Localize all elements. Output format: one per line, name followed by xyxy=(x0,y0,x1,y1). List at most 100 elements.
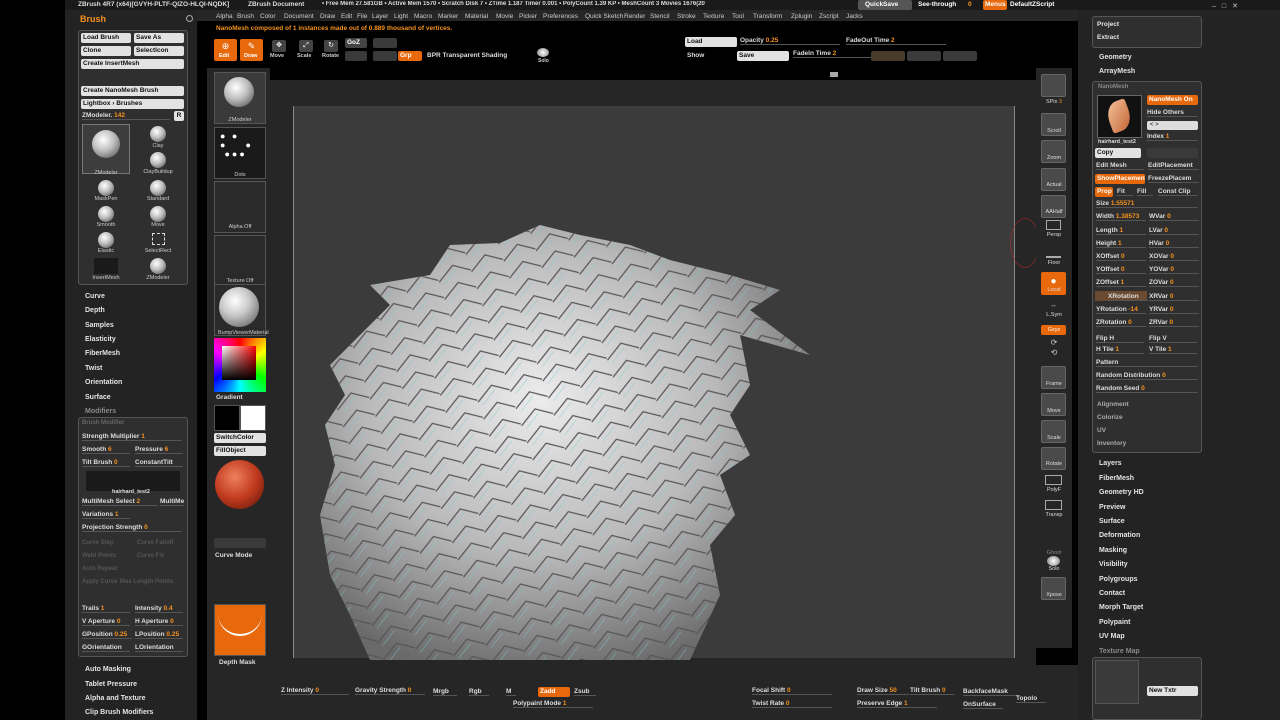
menu-stencil[interactable]: Stencil xyxy=(650,13,670,20)
load-button[interactable]: Load xyxy=(685,37,737,47)
subpalette-geometry[interactable]: Geometry xyxy=(1099,54,1132,61)
subpalette-alpha-and-texture[interactable]: Alpha and Texture xyxy=(85,695,146,702)
paste-button[interactable] xyxy=(1147,148,1198,158)
onsurface-toggle[interactable]: OnSurface xyxy=(963,700,1003,709)
lorientation-slider[interactable]: LOrientation xyxy=(135,643,183,652)
selecticon-button[interactable]: SelectIcon xyxy=(134,46,184,56)
topology-toggle[interactable]: Topolo xyxy=(1016,694,1046,703)
yrotation-slider[interactable]: YRotation -14 xyxy=(1096,305,1146,314)
show-placement-button[interactable]: ShowPlacement xyxy=(1095,174,1145,184)
smooth-slider[interactable]: Smooth 6 xyxy=(82,445,130,454)
menu-jacks[interactable]: Jacks xyxy=(846,13,863,20)
subpalette-fibermesh[interactable]: FiberMesh xyxy=(85,350,120,357)
subpalette-alignment[interactable]: Alignment xyxy=(1097,401,1129,408)
seethrough-label[interactable]: See-through xyxy=(918,1,956,8)
smooth-brush-icon[interactable] xyxy=(98,206,114,222)
tool-extract[interactable]: Extract xyxy=(1097,34,1119,41)
yoffset-slider[interactable]: YOffset 0 xyxy=(1096,265,1146,274)
texture-map-thumbnail[interactable] xyxy=(1095,660,1139,704)
subpalette-elasticity[interactable]: Elasticity xyxy=(85,336,116,343)
transp-icon[interactable] xyxy=(1045,500,1062,510)
subpalette-texture-map[interactable]: Texture Map xyxy=(1099,648,1140,655)
solo-icon[interactable] xyxy=(537,48,549,57)
pattern-slider[interactable]: Pattern xyxy=(1096,358,1198,367)
menu-quick-sketch[interactable]: Quick Sketch xyxy=(585,13,623,20)
backfacemask-toggle[interactable]: BackfaceMask xyxy=(963,687,1019,696)
create-insertmesh-button[interactable]: Create InsertMesh xyxy=(81,59,184,69)
height-slider[interactable]: Height 1 xyxy=(1096,239,1146,248)
subpalette-visibility[interactable]: Visibility xyxy=(1099,561,1128,568)
subpalette-curve[interactable]: Curve xyxy=(85,293,105,300)
menu-zplugin[interactable]: Zplugin xyxy=(791,13,812,20)
show-label[interactable]: Show xyxy=(687,52,704,59)
save-as-button[interactable]: Save As xyxy=(134,33,184,43)
zmodeler-slider[interactable]: ZModeler. 142 xyxy=(82,111,170,120)
tool-project[interactable]: Project xyxy=(1097,21,1119,28)
tilt-brush-slider[interactable]: Tilt Brush 0 xyxy=(82,458,130,467)
subpalette-deformation[interactable]: Deformation xyxy=(1099,532,1140,539)
index-slider[interactable]: Index 1 xyxy=(1147,132,1198,141)
length-slider[interactable]: Length 1 xyxy=(1096,226,1146,235)
subpalette-arraymesh[interactable]: ArrayMesh xyxy=(1099,68,1135,75)
goz-all-button[interactable] xyxy=(373,38,397,48)
subpalette-surface-tool[interactable]: Surface xyxy=(1099,518,1125,525)
hvar-slider[interactable]: HVar 0 xyxy=(1149,239,1199,248)
random-distribution-slider[interactable]: Random Distribution 0 xyxy=(1096,371,1198,380)
nanomesh-on-button[interactable]: NanoMesh On xyxy=(1147,95,1198,105)
subpalette-auto-masking[interactable]: Auto Masking xyxy=(85,666,131,673)
subpalette-layers[interactable]: Layers xyxy=(1099,460,1122,467)
persp-icon[interactable] xyxy=(1046,220,1061,230)
mrgb-button[interactable]: Mrgb xyxy=(433,687,457,696)
strength-multiplier-slider[interactable]: Strength Multiplier 1 xyxy=(82,432,182,441)
goz-button[interactable]: GoZ xyxy=(345,38,367,48)
menu-tool[interactable]: Tool xyxy=(732,13,744,20)
menu-edit[interactable]: Edit xyxy=(341,13,352,20)
subpalette-uv[interactable]: UV xyxy=(1097,427,1106,434)
focal-shift-slider[interactable]: Focal Shift 0 xyxy=(752,686,832,695)
xrvar-slider[interactable]: XRVar 0 xyxy=(1149,292,1199,301)
menu-preferences[interactable]: Preferences xyxy=(543,13,578,20)
variations-slider[interactable]: Variations 1 xyxy=(82,510,130,519)
menu-brush[interactable]: Brush xyxy=(237,13,254,20)
wvar-slider[interactable]: WVar 0 xyxy=(1149,212,1199,221)
pressure-slider[interactable]: Pressure 6 xyxy=(135,445,183,454)
flip-h-toggle[interactable]: Flip H xyxy=(1096,334,1144,343)
red-material-sphere-icon[interactable] xyxy=(215,460,264,509)
lightbox-brushes-button[interactable]: Lightbox › Brushes xyxy=(81,99,184,109)
grp-button[interactable]: Grp xyxy=(398,51,422,61)
subpalette-tablet-pressure[interactable]: Tablet Pressure xyxy=(85,681,137,688)
dim-button-1[interactable] xyxy=(871,51,905,61)
lposition-slider[interactable]: LPosition 0.25 xyxy=(135,630,183,639)
menu-material[interactable]: Material xyxy=(465,13,488,20)
gorientation-slider[interactable]: GOrientation xyxy=(82,643,130,652)
spix-icon[interactable] xyxy=(1041,74,1066,97)
v-tile-slider[interactable]: V Tile 1 xyxy=(1149,345,1197,354)
r-button[interactable] xyxy=(373,51,397,61)
subpalette-depth[interactable]: Depth xyxy=(85,307,105,314)
gradient-label[interactable]: Gradient xyxy=(216,394,243,401)
menu-document[interactable]: Document xyxy=(284,13,314,20)
random-seed-slider[interactable]: Random Seed 0 xyxy=(1096,384,1198,393)
color-picker-square[interactable] xyxy=(222,346,256,380)
subpalette-preview[interactable]: Preview xyxy=(1099,504,1125,511)
visible-button[interactable] xyxy=(345,51,367,61)
dim-button-3[interactable] xyxy=(943,51,977,61)
menu-layer[interactable]: Layer xyxy=(372,13,388,20)
subpalette-modifiers[interactable]: Modifiers xyxy=(85,408,116,415)
zovar-slider[interactable]: ZOVar 0 xyxy=(1149,278,1199,287)
xovar-slider[interactable]: XOVar 0 xyxy=(1149,252,1199,261)
rotate-icon[interactable]: ↻ xyxy=(324,40,338,52)
zoffset-slider[interactable]: ZOffset 1 xyxy=(1096,278,1146,287)
clay-brush-icon[interactable] xyxy=(150,126,166,142)
gposition-slider[interactable]: GPosition 0.25 xyxy=(82,630,132,639)
load-brush-button[interactable]: Load Brush xyxy=(81,33,131,43)
xrotation-slider[interactable]: XRotation xyxy=(1108,292,1148,301)
claybuildup-brush-icon[interactable] xyxy=(150,152,166,168)
subpalette-inventory[interactable]: Inventory xyxy=(1097,440,1126,447)
constant-tilt-toggle[interactable]: ConstantTilt xyxy=(135,458,183,467)
prev-next-arrows[interactable]: < > xyxy=(1147,121,1198,130)
menu-stroke[interactable]: Stroke xyxy=(677,13,696,20)
opacity-slider[interactable]: Opacity 0.25 xyxy=(740,36,840,45)
twist-rate-slider[interactable]: Twist Rate 0 xyxy=(752,699,832,708)
fit-button[interactable]: Fit xyxy=(1117,187,1133,196)
